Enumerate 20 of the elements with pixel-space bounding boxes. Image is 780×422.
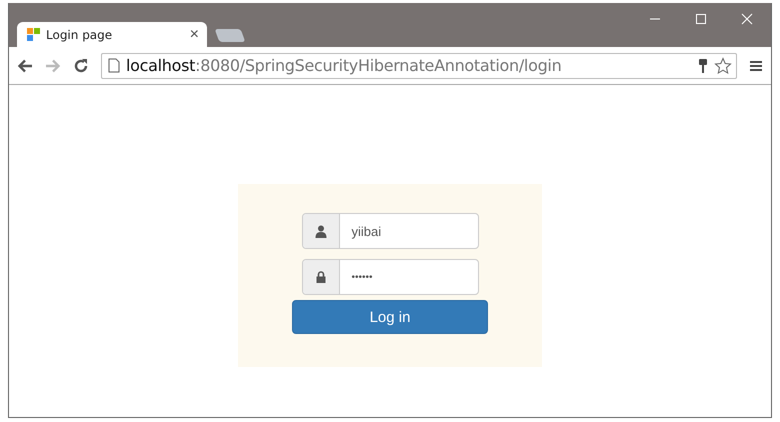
username-field[interactable]: yiibai [302,213,478,249]
close-icon[interactable]: × [190,26,199,44]
star-icon[interactable] [714,56,732,74]
maximize-icon[interactable] [695,13,707,25]
new-tab-button[interactable] [214,29,246,42]
login-button[interactable]: Log in [292,300,488,334]
user-icon [302,214,340,248]
back-icon[interactable] [17,58,33,72]
reload-icon[interactable] [73,58,89,74]
tab-title: Login page [46,28,114,42]
address-bar[interactable]: localhost:8080/SpringSecurityHibernateAnnotation/login [101,52,737,78]
password-field[interactable]: •••••• [302,259,478,295]
menu-icon[interactable] [749,58,763,72]
close-icon[interactable] [741,13,753,25]
tiles-icon [27,28,40,41]
browser-tab[interactable]: Login page × [17,22,207,47]
url-text: localhost:8080/SpringSecurityHibernateAnnotation/login [126,56,562,75]
key-icon[interactable] [698,58,708,74]
page-icon [108,58,120,73]
lock-icon [302,260,340,294]
